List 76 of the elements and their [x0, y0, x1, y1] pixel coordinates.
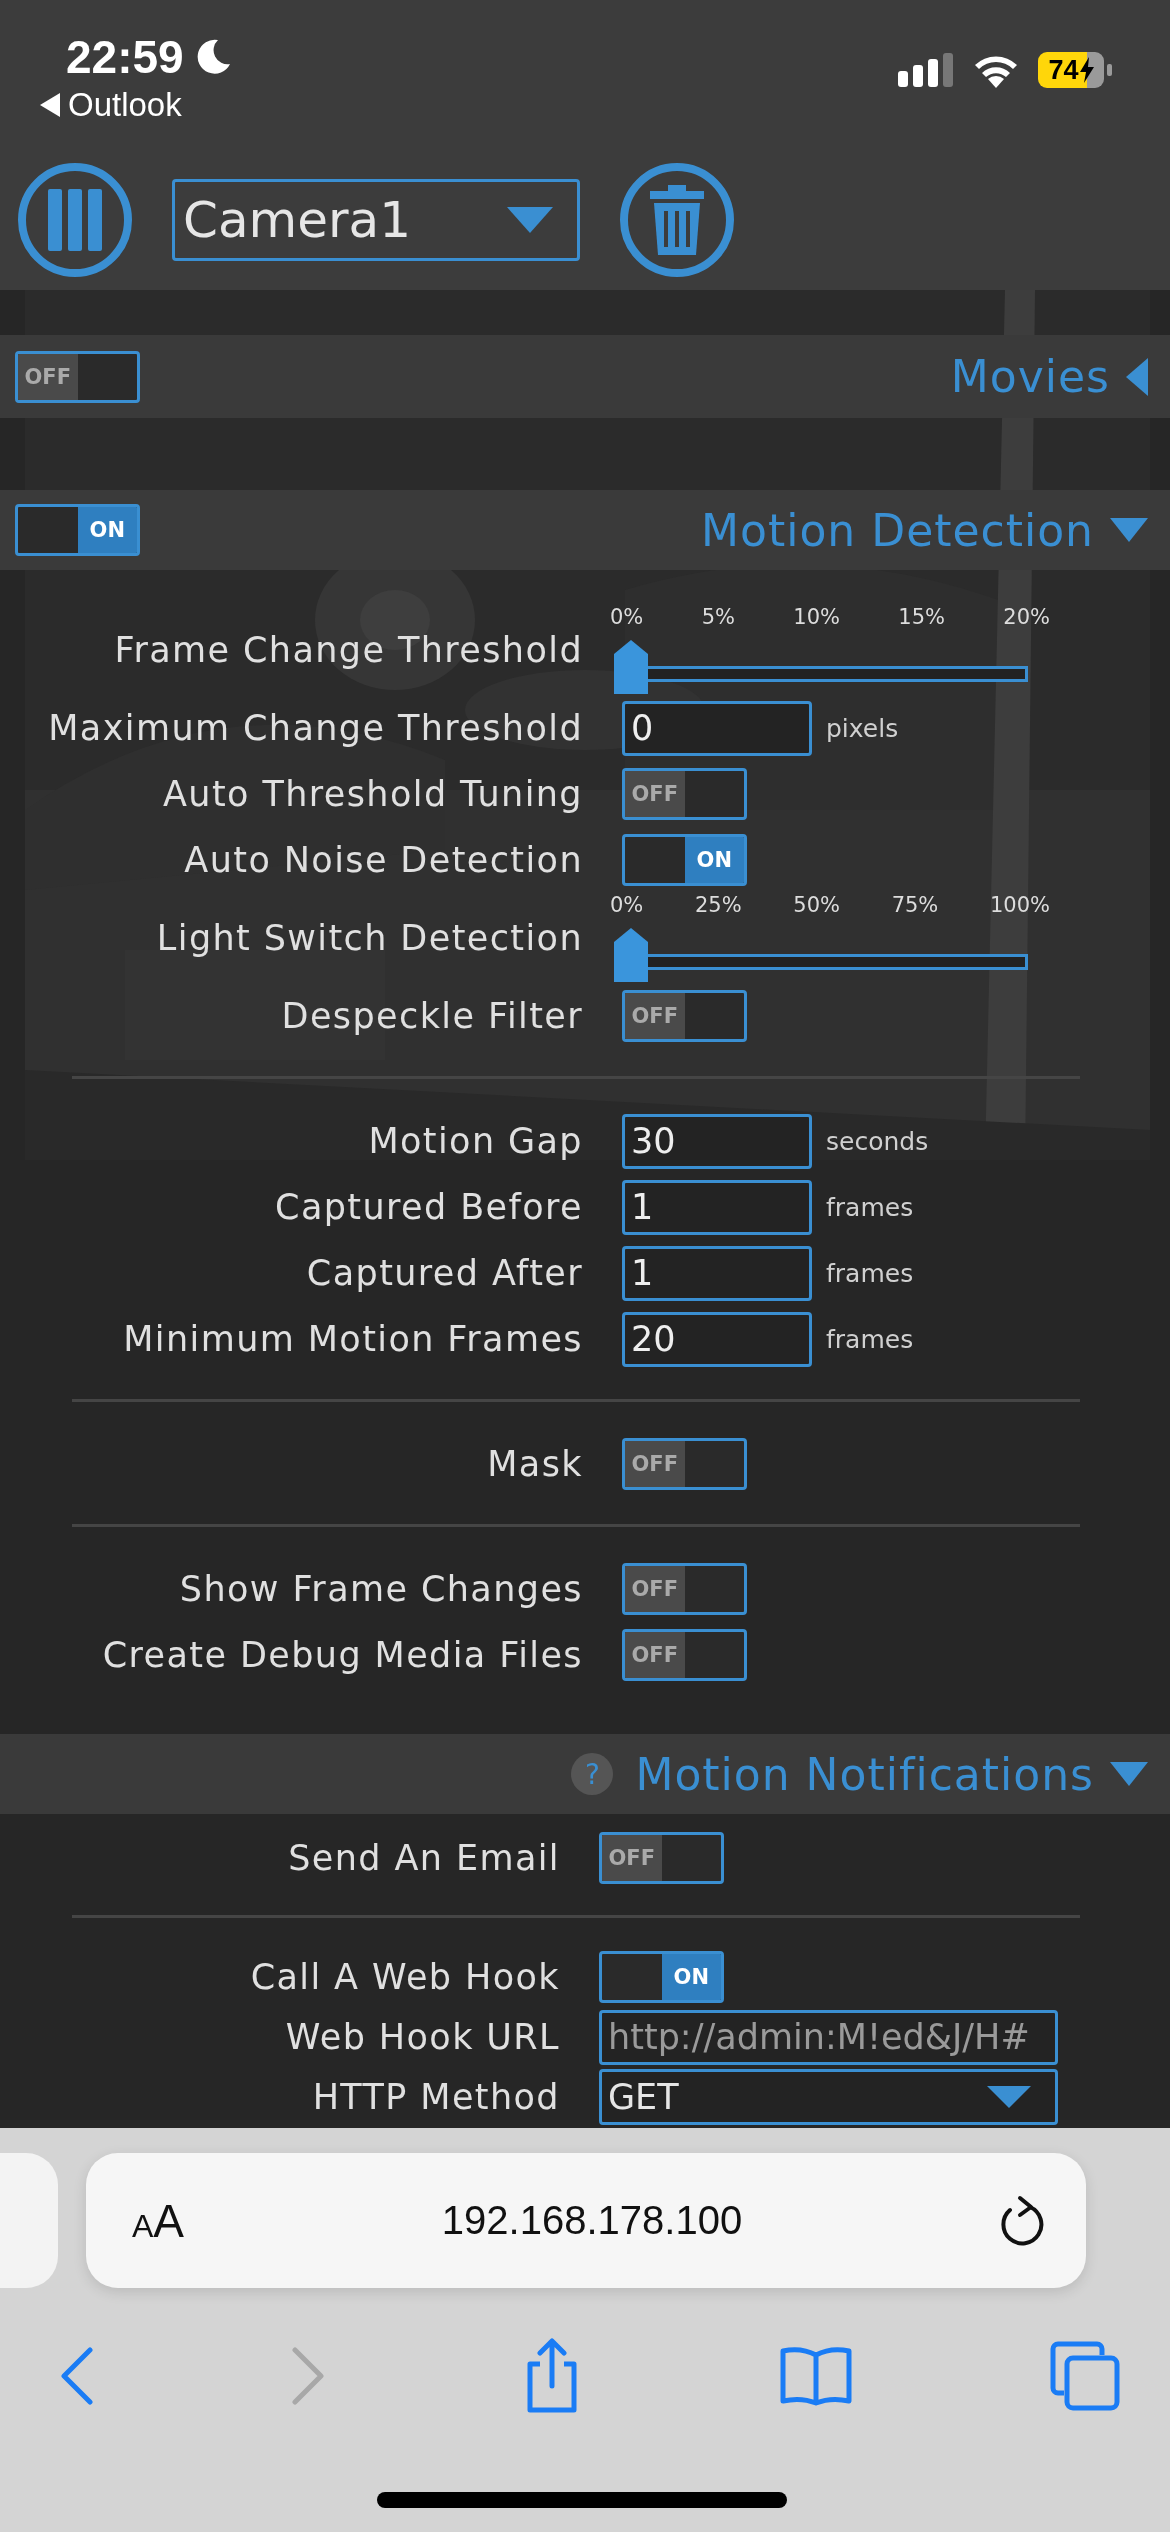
charging-bolt-icon: [1079, 57, 1094, 83]
back-to-app-link[interactable]: Outlook: [68, 86, 182, 124]
toggle-switch[interactable]: ON: [15, 504, 140, 556]
setting-label: Auto Threshold Tuning: [162, 774, 583, 814]
toggle-switch[interactable]: OFF: [599, 1832, 724, 1884]
setting-label: Call A Web Hook: [249, 1957, 560, 1997]
unit-label: frames: [826, 1258, 914, 1288]
unit-label: frames: [826, 1192, 914, 1222]
setting-label: Create Debug Media Files: [101, 1635, 583, 1675]
number-field[interactable]: 30: [622, 1113, 812, 1169]
slider-tick-label: 15%: [898, 605, 945, 631]
setting-label: Send An Email: [287, 1838, 560, 1878]
setting-label: Auto Noise Detection: [183, 840, 583, 880]
section-title[interactable]: Motion Detection: [701, 504, 1094, 556]
unit-label: seconds: [826, 1126, 929, 1156]
toggle-switch[interactable]: OFF: [622, 768, 747, 820]
setting-label: Captured After: [305, 1253, 583, 1293]
setting-label: Frame Change Threshold: [113, 630, 583, 670]
back-button[interactable]: [60, 2347, 94, 2405]
setting-label: Motion Gap: [367, 1121, 583, 1161]
slider-tick-label: 0%: [610, 893, 644, 919]
battery-indicator: 74: [1038, 52, 1112, 88]
unit-label: pixels: [826, 713, 899, 743]
toggle-switch[interactable]: OFF: [622, 1438, 747, 1490]
setting-label: Show Frame Changes: [178, 1569, 583, 1609]
slider-tick-label: 20%: [1003, 605, 1050, 631]
text-size-button[interactable]: AA: [132, 2193, 185, 2248]
toggle-switch[interactable]: OFF: [15, 350, 140, 403]
battery-cap-icon: [1107, 64, 1112, 76]
url-field[interactable]: http://admin:M!ed&J/H#: [599, 2009, 1058, 2065]
toggle-switch[interactable]: OFF: [622, 990, 747, 1042]
camera-select[interactable]: Camera1: [172, 179, 580, 261]
address-bar[interactable]: AA 192.168.178.100: [86, 2153, 1086, 2288]
slider-tick-label: 25%: [694, 893, 742, 919]
tabs-button[interactable]: [1050, 2341, 1120, 2411]
setting-label: Maximum Change Threshold: [47, 708, 583, 748]
setting-label: Minimum Motion Frames: [122, 1319, 583, 1359]
number-field[interactable]: 1: [622, 1179, 812, 1235]
number-field[interactable]: 20: [622, 1311, 812, 1367]
setting-label: HTTP Method: [311, 2077, 560, 2117]
number-field[interactable]: 1: [622, 1245, 812, 1301]
slider-thumb[interactable]: [614, 640, 648, 694]
toggle-switch[interactable]: ON: [599, 1951, 724, 2003]
delete-button[interactable]: [620, 163, 734, 277]
setting-label: Web Hook URL: [284, 2017, 560, 2057]
toggle-switch[interactable]: OFF: [622, 1629, 747, 1681]
back-triangle-icon: [40, 93, 60, 117]
slider-thumb[interactable]: [614, 928, 648, 982]
slider-tick-label: 50%: [793, 893, 840, 919]
toggle-switch[interactable]: ON: [622, 834, 747, 886]
three-bars-icon: [48, 189, 102, 251]
signal-icon: [898, 53, 954, 87]
menu-button[interactable]: [18, 163, 132, 277]
section-title[interactable]: Movies: [950, 351, 1110, 402]
bookmarks-button[interactable]: [779, 2345, 853, 2407]
setting-label: Mask: [486, 1444, 583, 1484]
method-select[interactable]: GET: [599, 2069, 1058, 2125]
setting-label: Light Switch Detection: [155, 918, 583, 958]
toggle-switch[interactable]: OFF: [622, 1563, 747, 1615]
url-text[interactable]: 192.168.178.100: [441, 2198, 743, 2243]
setting-label: Despeckle Filter: [280, 996, 583, 1036]
slider-tick-label: 100%: [989, 893, 1050, 919]
slider-tick-label: 10%: [793, 605, 840, 631]
slider-tick-label: 5%: [701, 605, 735, 631]
caret-icon: [507, 207, 553, 233]
slider-tick-label: 75%: [891, 893, 939, 919]
number-field[interactable]: 0: [622, 700, 812, 756]
reload-icon[interactable]: [1000, 2194, 1046, 2247]
trash-icon: [650, 185, 704, 255]
status-time: 22:59: [66, 30, 184, 84]
slider-tick-label: 0%: [610, 605, 644, 631]
section-title[interactable]: Motion Notifications: [635, 1748, 1094, 1800]
help-button[interactable]: ?: [571, 1753, 614, 1795]
setting-label: Captured Before: [274, 1187, 583, 1227]
caret-icon: [987, 2086, 1031, 2108]
unit-label: frames: [826, 1324, 914, 1354]
